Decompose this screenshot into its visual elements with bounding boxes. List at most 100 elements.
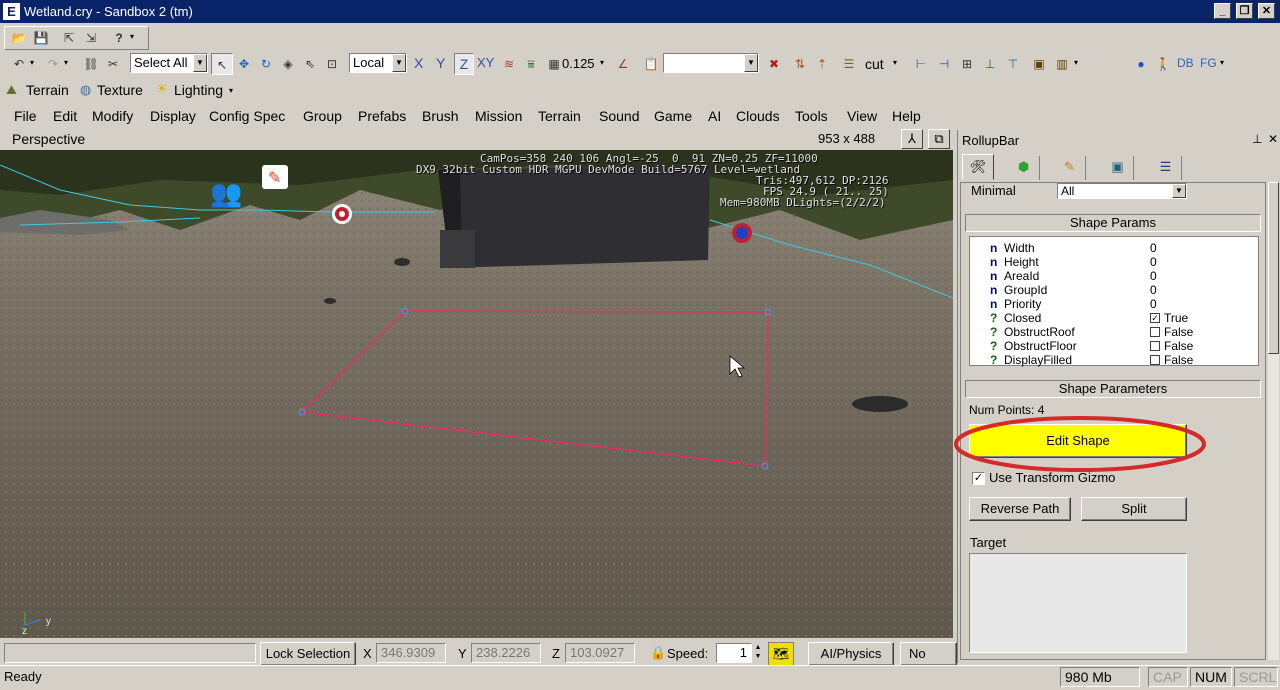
param-value[interactable]: 0 — [1150, 297, 1157, 311]
shape-parameters-title[interactable]: Shape Parameters — [965, 380, 1261, 398]
db-button[interactable]: DB — [1177, 56, 1194, 70]
layers-icon[interactable]: ☰ — [838, 53, 860, 75]
fg-button[interactable]: FG — [1200, 56, 1217, 70]
param-value[interactable]: 0 — [1150, 241, 1157, 255]
select-all-combo[interactable]: Select All ▼ — [130, 53, 208, 73]
checkbox-checked[interactable]: ✓ — [1150, 313, 1160, 323]
param-row[interactable]: n GroupId 0 — [970, 283, 1260, 297]
minimal-combo[interactable]: All ▼ — [1057, 183, 1187, 199]
help-icon[interactable]: ? — [108, 27, 130, 49]
split-button[interactable]: Split — [1081, 497, 1187, 521]
ai-physics-button[interactable]: AI/Physics — [808, 642, 894, 666]
viewport-name[interactable]: Perspective — [12, 131, 85, 147]
menu-prefabs[interactable]: Prefabs — [358, 108, 406, 124]
grid-size-value[interactable]: 0.125 — [562, 56, 595, 71]
layer-up-icon[interactable]: ⇡ — [811, 53, 833, 75]
pin-icon[interactable]: ⊥ — [1252, 132, 1262, 146]
lock-icon[interactable]: 🔒 — [650, 645, 666, 661]
viewport-3d[interactable]: ✎ 👥 CamPos=358 240 106 Angl=-25 0 91 ZN=… — [0, 150, 953, 638]
select-tool-icon[interactable]: ↖ — [211, 53, 233, 75]
tab-modeling-icon[interactable]: ✎ — [1054, 156, 1086, 180]
select-terrain-icon[interactable]: ⇖ — [299, 53, 321, 75]
menu-view[interactable]: View — [847, 108, 877, 124]
scrollbar-thumb[interactable] — [1268, 182, 1279, 354]
selection-set-combo[interactable]: ▼ — [663, 53, 759, 73]
target-list[interactable] — [969, 553, 1187, 653]
chevron-down-icon[interactable]: ▾ — [130, 32, 134, 41]
layer-move-icon[interactable]: ⇅ — [789, 53, 811, 75]
close-button[interactable]: ✕ — [1258, 3, 1275, 19]
coord-system-combo[interactable]: Local ▼ — [349, 53, 407, 73]
axis-gizmo-icon[interactable]: ⅄ — [901, 129, 923, 149]
y-field[interactable]: 238.2226 — [471, 643, 541, 663]
menu-terrain[interactable]: Terrain — [538, 108, 581, 124]
chevron-down-icon[interactable]: ▾ — [229, 86, 233, 95]
menu-display[interactable]: Display — [150, 108, 196, 124]
menu-clouds[interactable]: Clouds — [736, 108, 780, 124]
notes-icon[interactable]: 📋 — [640, 53, 662, 75]
close-icon[interactable]: ✕ — [1268, 132, 1278, 146]
chevron-down-icon[interactable]: ▾ — [64, 58, 68, 67]
align-left-icon[interactable]: ⊢ — [910, 53, 932, 75]
speed-stepper[interactable]: ▲ ▼ — [752, 643, 764, 663]
terrain-follow-icon[interactable]: ≋ — [498, 53, 520, 75]
no-sync-button[interactable]: No Sync — [900, 642, 957, 666]
tab-layers-icon[interactable]: ☰ — [1150, 156, 1182, 180]
param-row[interactable]: n Width 0 — [970, 241, 1260, 255]
chevron-down-icon[interactable]: ▾ — [1074, 58, 1078, 67]
export-icon[interactable]: ⇱ — [58, 27, 80, 49]
menu-help[interactable]: Help — [892, 108, 921, 124]
param-row[interactable]: ? Closed ✓ True — [970, 311, 1260, 325]
chevron-down-icon[interactable]: ▾ — [893, 58, 897, 67]
axis-z-button[interactable]: Z — [454, 53, 474, 75]
shape-params-title[interactable]: Shape Params — [965, 214, 1261, 232]
texture-button[interactable]: Texture — [97, 82, 143, 98]
param-row[interactable]: ? ObstructFloor False — [970, 339, 1260, 353]
grid-align-icon[interactable]: ⊞ — [956, 53, 978, 75]
terrain-button[interactable]: Terrain — [26, 82, 69, 98]
chevron-down-icon[interactable]: ▼ — [193, 54, 207, 72]
chevron-down-icon[interactable]: ▼ — [1172, 184, 1186, 198]
menu-game[interactable]: Game — [654, 108, 692, 124]
delete-selection-icon[interactable]: ✖ — [763, 53, 785, 75]
prompt-field[interactable] — [4, 643, 256, 663]
param-row[interactable]: ? DisplayFilled False — [970, 353, 1260, 367]
align-icon[interactable]: ⊣ — [933, 53, 955, 75]
undo-icon[interactable]: ↶ — [8, 53, 30, 75]
param-row[interactable]: n Height 0 — [970, 255, 1260, 269]
menu-mission[interactable]: Mission — [475, 108, 522, 124]
snap-to-objects-icon[interactable]: ⩸ — [520, 53, 542, 75]
globe-icon[interactable]: ● — [1130, 53, 1152, 75]
menu-ai[interactable]: AI — [708, 108, 721, 124]
chevron-down-icon[interactable]: ▼ — [744, 54, 758, 72]
speed-input[interactable]: 1 — [716, 643, 752, 663]
maximize-viewport-icon[interactable]: ⧉ — [928, 129, 950, 149]
menu-group[interactable]: Group — [303, 108, 342, 124]
axis-xy-button[interactable]: XY — [477, 55, 494, 70]
reverse-path-button[interactable]: Reverse Path — [969, 497, 1071, 521]
link-icon[interactable]: ⛓ — [80, 53, 102, 75]
unlink-icon[interactable]: ✂ — [102, 53, 124, 75]
minimize-button[interactable]: _ — [1214, 3, 1231, 19]
terrain-snap-icon[interactable]: 🗺 — [768, 642, 794, 666]
move-tool-icon[interactable]: ✥ — [233, 53, 255, 75]
param-row[interactable]: ? ObstructRoof False — [970, 325, 1260, 339]
menu-edit[interactable]: Edit — [53, 108, 77, 124]
param-value[interactable]: 0 — [1150, 269, 1157, 283]
chevron-down-icon[interactable]: ▼ — [392, 54, 406, 72]
axis-y-button[interactable]: Y — [436, 55, 445, 71]
character-icon[interactable]: 🚶 — [1152, 53, 1174, 75]
angle-snap-icon[interactable]: ∠ — [612, 53, 634, 75]
checkbox[interactable] — [1150, 355, 1160, 365]
object-tree-icon[interactable]: ⊤ — [1002, 53, 1024, 75]
rotate-tool-icon[interactable]: ↻ — [255, 53, 277, 75]
material-icon[interactable]: ▣ — [1028, 53, 1050, 75]
database-icon[interactable]: ▥ — [1051, 53, 1073, 75]
param-row[interactable]: n Priority 0 — [970, 297, 1260, 311]
chevron-down-icon[interactable]: ▾ — [600, 58, 604, 67]
rollup-scrollbar[interactable] — [1268, 182, 1279, 660]
redo-icon[interactable]: ↷ — [42, 53, 64, 75]
tab-terrain-icon[interactable]: ⬢ — [1008, 156, 1040, 180]
x-field[interactable]: 346.9309 — [376, 643, 446, 663]
lighting-button[interactable]: Lighting — [174, 82, 223, 98]
